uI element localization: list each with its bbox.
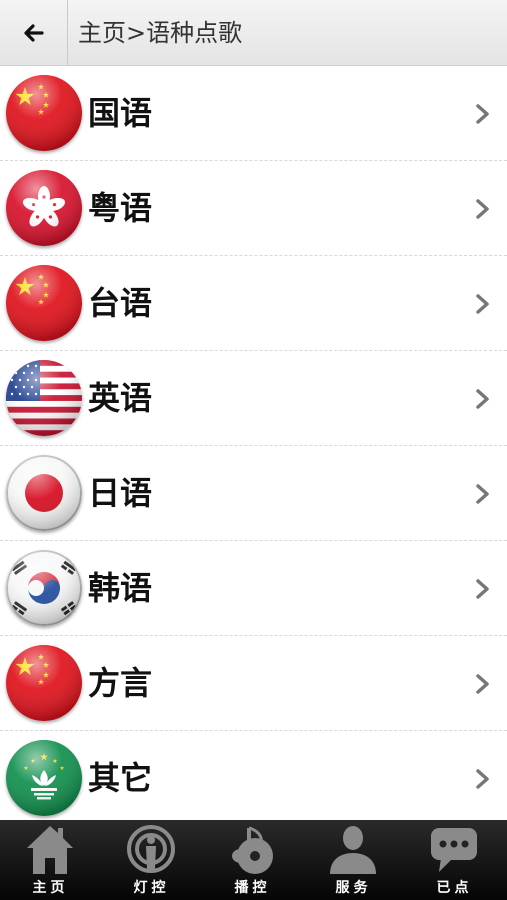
service-person-icon	[330, 826, 376, 874]
chevron-right-icon	[476, 579, 489, 599]
bottom-tab-bar: 主页 灯控 播控 服务 已点	[0, 820, 507, 900]
language-label: 方言	[88, 664, 153, 702]
china-flag-icon	[6, 265, 82, 341]
hong-kong-flag-icon	[6, 170, 82, 246]
tab-home[interactable]: 主页	[0, 820, 101, 900]
tab-ordered[interactable]: 已点	[404, 820, 505, 900]
language-item-dialect[interactable]: 方言	[0, 636, 507, 731]
language-label: 日语	[88, 474, 153, 512]
language-item-korean[interactable]: 韩语	[0, 541, 507, 636]
playback-control-icon	[232, 826, 273, 874]
breadcrumb-title: 主页>语种点歌	[78, 19, 243, 47]
language-item-english[interactable]: 英语	[0, 351, 507, 446]
tab-label: 主页	[32, 880, 69, 896]
chevron-right-icon	[476, 674, 489, 694]
tab-label: 已点	[436, 880, 473, 896]
language-label: 粤语	[88, 189, 153, 227]
japan-flag-icon	[6, 455, 82, 531]
china-flag-icon	[6, 75, 82, 151]
language-label: 其它	[88, 759, 153, 797]
tab-playback-control[interactable]: 播控	[202, 820, 303, 900]
tab-light-control[interactable]: 灯控	[101, 820, 202, 900]
language-label: 国语	[88, 94, 153, 132]
home-icon	[27, 826, 73, 874]
arrow-left-icon	[24, 24, 44, 42]
language-item-other[interactable]: 其它	[0, 731, 507, 826]
back-button[interactable]	[0, 0, 68, 66]
chat-bubble-icon	[431, 828, 477, 872]
language-label: 台语	[88, 284, 153, 322]
tab-label: 播控	[234, 880, 271, 896]
tab-service[interactable]: 服务	[303, 820, 404, 900]
chevron-right-icon	[476, 769, 489, 789]
tab-label: 服务	[335, 880, 372, 896]
chevron-right-icon	[476, 199, 489, 219]
language-item-cantonese[interactable]: 粤语	[0, 161, 507, 256]
language-item-taiwanese[interactable]: 台语	[0, 256, 507, 351]
korea-flag-icon	[6, 550, 82, 626]
chevron-right-icon	[476, 104, 489, 124]
language-item-mandarin[interactable]: 国语	[0, 66, 507, 161]
chevron-right-icon	[476, 294, 489, 314]
top-bar: 主页>语种点歌	[0, 0, 507, 66]
language-label: 韩语	[88, 569, 153, 607]
tab-label: 灯控	[133, 880, 170, 896]
chevron-right-icon	[476, 389, 489, 409]
usa-flag-icon	[6, 360, 82, 436]
macau-flag-icon	[6, 740, 82, 816]
language-list: 国语 粤语 台语 英语 日语 韩语 方言 其它	[0, 66, 507, 826]
light-control-icon	[127, 825, 175, 873]
chevron-right-icon	[476, 484, 489, 504]
china-flag-icon	[6, 645, 82, 721]
language-item-japanese[interactable]: 日语	[0, 446, 507, 541]
language-label: 英语	[88, 379, 153, 417]
